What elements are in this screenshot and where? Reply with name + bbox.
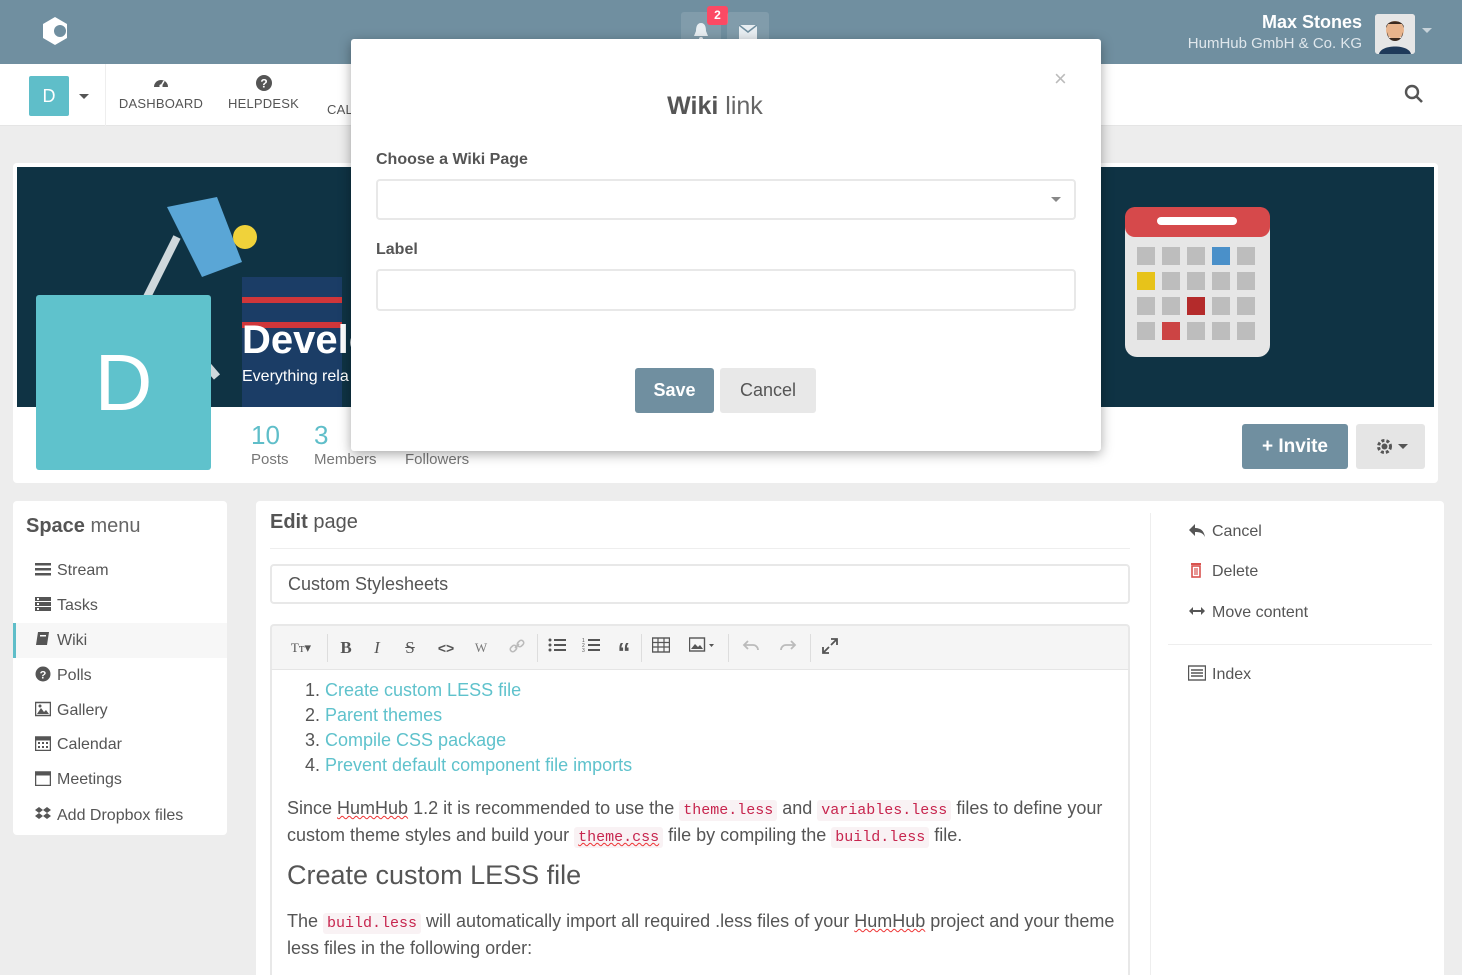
modal-title: Wiki link	[667, 92, 763, 120]
label-field-label: Label	[376, 241, 418, 258]
chevron-down-icon[interactable]	[1051, 197, 1061, 202]
close-icon[interactable]: ×	[1054, 68, 1067, 90]
cancel-button[interactable]: Cancel	[720, 368, 816, 413]
choose-wiki-page-label: Choose a Wiki Page	[376, 151, 528, 168]
label-input[interactable]	[376, 269, 1076, 311]
wiki-page-select[interactable]	[376, 179, 1076, 220]
save-button[interactable]: Save	[635, 368, 714, 413]
